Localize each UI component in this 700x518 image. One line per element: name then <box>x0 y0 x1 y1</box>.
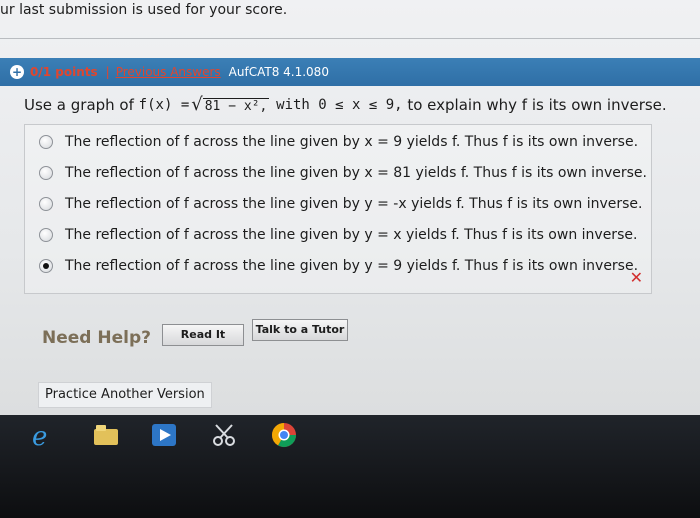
browser-content: ur last submission is used for your scor… <box>0 0 700 415</box>
talk-to-tutor-button[interactable]: Talk to a Tutor <box>252 319 348 341</box>
option-label: The reflection of f across the line give… <box>65 258 639 274</box>
radio-button[interactable] <box>39 135 53 149</box>
option-4[interactable]: The reflection of f across the line give… <box>39 224 637 246</box>
answer-options: The reflection of f across the line give… <box>24 124 652 294</box>
domain-text: with 0 ≤ x ≤ 9, <box>276 97 403 113</box>
radicand: 81 − x², <box>202 98 270 114</box>
question-header: + 0/1 points | Previous Answers AufCAT8 … <box>0 58 700 86</box>
snipping-tool-icon[interactable] <box>210 421 238 449</box>
option-3[interactable]: The reflection of f across the line give… <box>39 193 642 215</box>
sqrt-icon: √ <box>191 94 203 115</box>
chrome-icon[interactable] <box>270 421 298 449</box>
option-label: The reflection of f across the line give… <box>65 196 643 212</box>
file-explorer-icon[interactable] <box>92 421 120 449</box>
radio-button[interactable] <box>39 197 53 211</box>
option-2[interactable]: The reflection of f across the line give… <box>39 162 647 184</box>
sqrt-expression: √ 81 − x², <box>191 94 270 115</box>
option-label: The reflection of f across the line give… <box>65 227 638 243</box>
taskbar: e <box>0 415 700 518</box>
option-label: The reflection of f across the line give… <box>65 165 647 181</box>
radio-button[interactable] <box>39 166 53 180</box>
expand-plus-icon[interactable]: + <box>10 65 24 79</box>
submission-note: ur last submission is used for your scor… <box>0 2 288 18</box>
function-label: f(x) = <box>138 97 190 113</box>
svg-text:e: e <box>32 422 47 449</box>
points-label: 0/1 points <box>30 65 98 79</box>
question-prefix: Use a graph of <box>24 96 134 114</box>
question-suffix: to explain why f is its own inverse. <box>407 96 667 114</box>
option-5[interactable]: The reflection of f across the line give… <box>39 255 638 277</box>
question-id: AufCAT8 4.1.080 <box>228 65 329 79</box>
internet-explorer-icon[interactable]: e <box>28 421 56 449</box>
option-1[interactable]: The reflection of f across the line give… <box>39 131 638 153</box>
radio-button[interactable] <box>39 228 53 242</box>
incorrect-x-icon: ✕ <box>629 268 643 287</box>
question-text: Use a graph of f(x) = √ 81 − x², with 0 … <box>24 94 667 115</box>
need-help-label: Need Help? <box>42 328 151 348</box>
previous-answers-link[interactable]: Previous Answers <box>116 65 221 79</box>
radio-button-selected[interactable] <box>39 259 53 273</box>
practice-another-version-button[interactable]: Practice Another Version <box>38 382 212 408</box>
option-label: The reflection of f across the line give… <box>65 134 639 150</box>
header-separator: | <box>105 65 110 79</box>
divider <box>0 38 700 39</box>
read-it-button[interactable]: Read It <box>162 324 244 346</box>
media-player-icon[interactable] <box>150 421 178 449</box>
